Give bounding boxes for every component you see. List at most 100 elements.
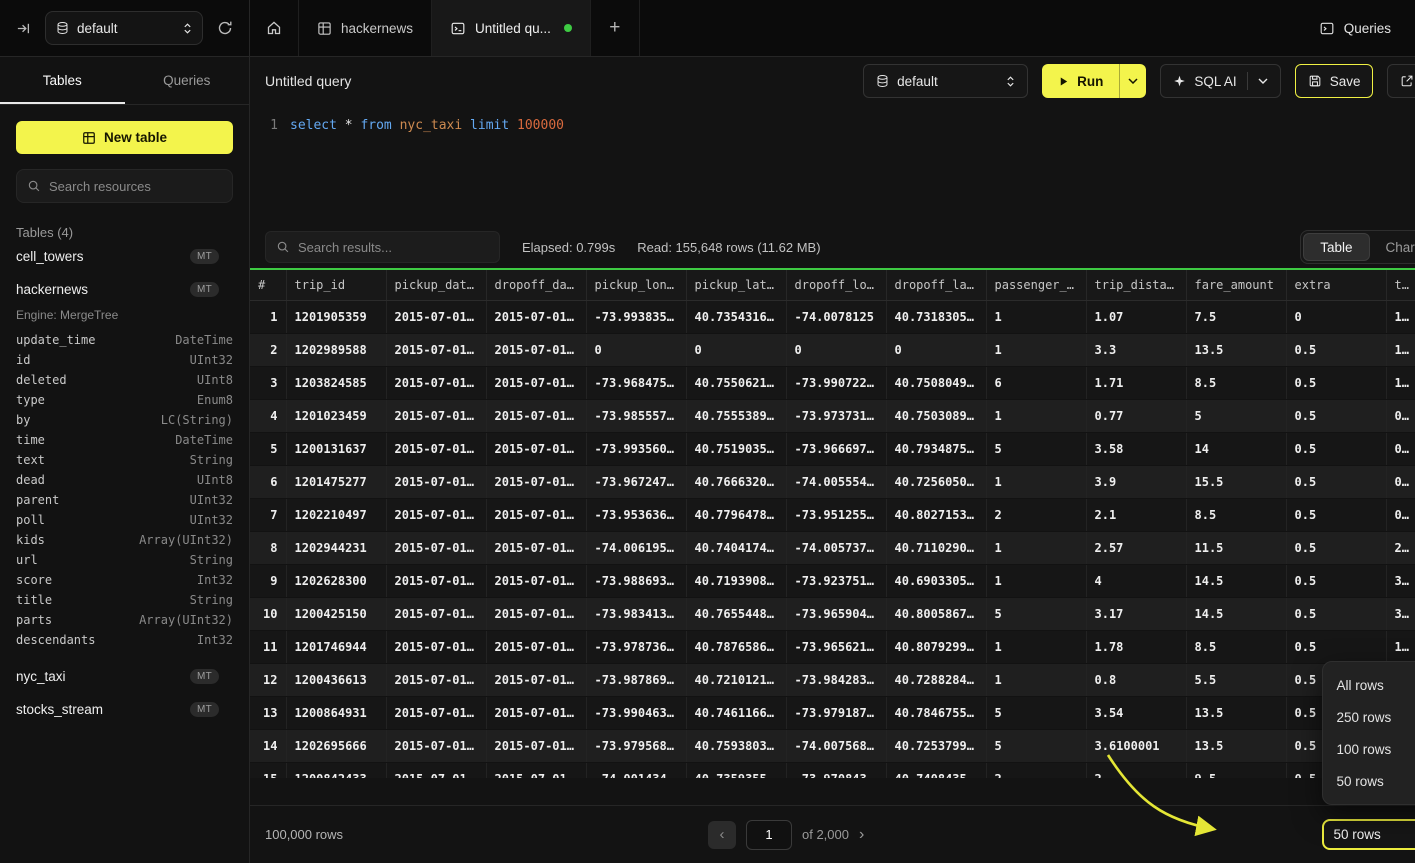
cell[interactable]: 1… [1386, 630, 1415, 663]
cell[interactable]: 1200425150 [286, 597, 386, 630]
cell[interactable]: 40.7359355… [686, 762, 786, 778]
run-options-button[interactable] [1119, 64, 1146, 98]
sidebar-item-nyc-taxi[interactable]: nyc_taxi MT [16, 660, 233, 693]
cell[interactable]: 40.7210121… [686, 663, 786, 696]
cell[interactable]: 1.07 [1086, 300, 1186, 333]
cell[interactable]: 0.5 [1286, 597, 1386, 630]
cell[interactable]: 0… [1386, 399, 1415, 432]
cell[interactable]: 13.5 [1186, 729, 1286, 762]
cell[interactable]: 1.78 [1086, 630, 1186, 663]
cell[interactable]: -73.965904… [786, 597, 886, 630]
cell[interactable]: -74.0078125 [786, 300, 886, 333]
cell[interactable]: 40.7503089… [886, 399, 986, 432]
cell[interactable]: 40.7519035… [686, 432, 786, 465]
tab-untitled-query[interactable]: Untitled qu... [432, 0, 591, 56]
cell[interactable]: 0.5 [1286, 333, 1386, 366]
sidebar-item-hackernews[interactable]: hackernews MT [16, 273, 233, 306]
cell[interactable]: 40.7461166… [686, 696, 786, 729]
cell[interactable]: 1201475277 [286, 465, 386, 498]
cell[interactable]: 0.5 [1286, 399, 1386, 432]
cell[interactable]: 15.5 [1186, 465, 1286, 498]
cell[interactable]: 2015-07-01… [386, 762, 486, 778]
cell[interactable]: 2015-07-01… [386, 729, 486, 762]
cell[interactable]: 2015-07-01… [486, 366, 586, 399]
cell[interactable]: 2015-07-01… [486, 300, 586, 333]
cell[interactable]: 40.7846755… [886, 696, 986, 729]
cell[interactable]: 2015-07-01… [486, 597, 586, 630]
column-header[interactable]: trip_id [286, 270, 386, 300]
column-header[interactable]: pickup_lon… [586, 270, 686, 300]
cell[interactable]: -74.005737… [786, 531, 886, 564]
cell[interactable]: 1 [986, 333, 1086, 366]
cell[interactable]: -73.993835… [586, 300, 686, 333]
cell[interactable]: 1203824585 [286, 366, 386, 399]
cell[interactable]: 1200864931 [286, 696, 386, 729]
cell[interactable]: 0… [1386, 465, 1415, 498]
cell[interactable]: 40.7318305… [886, 300, 986, 333]
page-number-input[interactable] [746, 820, 792, 850]
queries-button[interactable]: Queries [1295, 0, 1415, 56]
column-header[interactable]: pickup_dat… [386, 270, 486, 300]
cell[interactable]: 2015-07-01… [386, 696, 486, 729]
column-header[interactable]: passenger_… [986, 270, 1086, 300]
cell[interactable]: 1200436613 [286, 663, 386, 696]
cell[interactable]: -73.979187… [786, 696, 886, 729]
cell[interactable]: 2015-07-01… [486, 498, 586, 531]
column-header[interactable]: pickup_lat… [686, 270, 786, 300]
cell[interactable]: -73.988693… [586, 564, 686, 597]
rows-per-page-option[interactable]: All rows [1323, 669, 1415, 701]
cell[interactable]: 2.1 [1086, 498, 1186, 531]
cell[interactable]: 2015-07-01… [486, 465, 586, 498]
cell[interactable]: -73.973731… [786, 399, 886, 432]
cell[interactable]: 5 [986, 696, 1086, 729]
cell[interactable]: 2015-07-01… [486, 630, 586, 663]
tab-hackernews[interactable]: hackernews [299, 0, 432, 56]
cell[interactable]: 2015-07-01… [486, 399, 586, 432]
cell[interactable]: 40.7593803… [686, 729, 786, 762]
refresh-button[interactable] [213, 16, 237, 40]
cell[interactable]: -73.951255… [786, 498, 886, 531]
cell[interactable]: 8.5 [1186, 366, 1286, 399]
cell[interactable]: 0.5 [1286, 366, 1386, 399]
cell[interactable]: 1201023459 [286, 399, 386, 432]
cell[interactable]: 40.8079299… [886, 630, 986, 663]
cell[interactable]: 2015-07-01… [486, 531, 586, 564]
rows-per-page-option[interactable]: 250 rows [1323, 701, 1415, 733]
cell[interactable]: 1 [986, 630, 1086, 663]
cell[interactable]: 1202210497 [286, 498, 386, 531]
cell[interactable]: 1 [986, 564, 1086, 597]
cell[interactable]: 1 [986, 465, 1086, 498]
cell[interactable]: 7.5 [1186, 300, 1286, 333]
cell[interactable]: -73.985557… [586, 399, 686, 432]
cell[interactable]: 40.8005867… [886, 597, 986, 630]
cell[interactable]: 2015-07-01… [386, 564, 486, 597]
cell[interactable]: 40.7193908… [686, 564, 786, 597]
cell[interactable]: -73.965621… [786, 630, 886, 663]
cell[interactable]: 40.7666320… [686, 465, 786, 498]
sql-ai-button[interactable]: SQL AI [1160, 64, 1280, 98]
cell[interactable]: -73.990722… [786, 366, 886, 399]
cell[interactable]: 1202695666 [286, 729, 386, 762]
cell[interactable]: 2015-07-01… [486, 333, 586, 366]
cell[interactable]: 3.6100001 [1086, 729, 1186, 762]
cell[interactable]: 2015-07-01… [386, 465, 486, 498]
cell[interactable]: 40.7404174… [686, 531, 786, 564]
tab-home[interactable] [250, 0, 299, 56]
cell[interactable]: 40.7655448… [686, 597, 786, 630]
column-header[interactable]: t… [1386, 270, 1415, 300]
cell[interactable]: 0… [1386, 498, 1415, 531]
cell[interactable]: 0… [1386, 432, 1415, 465]
cell[interactable]: 0.5 [1286, 531, 1386, 564]
cell[interactable]: 5 [986, 597, 1086, 630]
cell[interactable]: 14.5 [1186, 564, 1286, 597]
cell[interactable]: 1200842433 [286, 762, 386, 778]
cell[interactable]: -74.005554… [786, 465, 886, 498]
cell[interactable]: 2015-07-01… [386, 531, 486, 564]
cell[interactable]: 5 [1186, 399, 1286, 432]
run-button[interactable]: Run [1042, 64, 1119, 98]
cell[interactable]: 8.5 [1186, 498, 1286, 531]
cell[interactable]: 2015-07-01… [486, 762, 586, 778]
sidebar-item-stocks-stream[interactable]: stocks_stream MT [16, 693, 233, 726]
cell[interactable]: 0 [1286, 300, 1386, 333]
cell[interactable]: 4 [1086, 564, 1186, 597]
